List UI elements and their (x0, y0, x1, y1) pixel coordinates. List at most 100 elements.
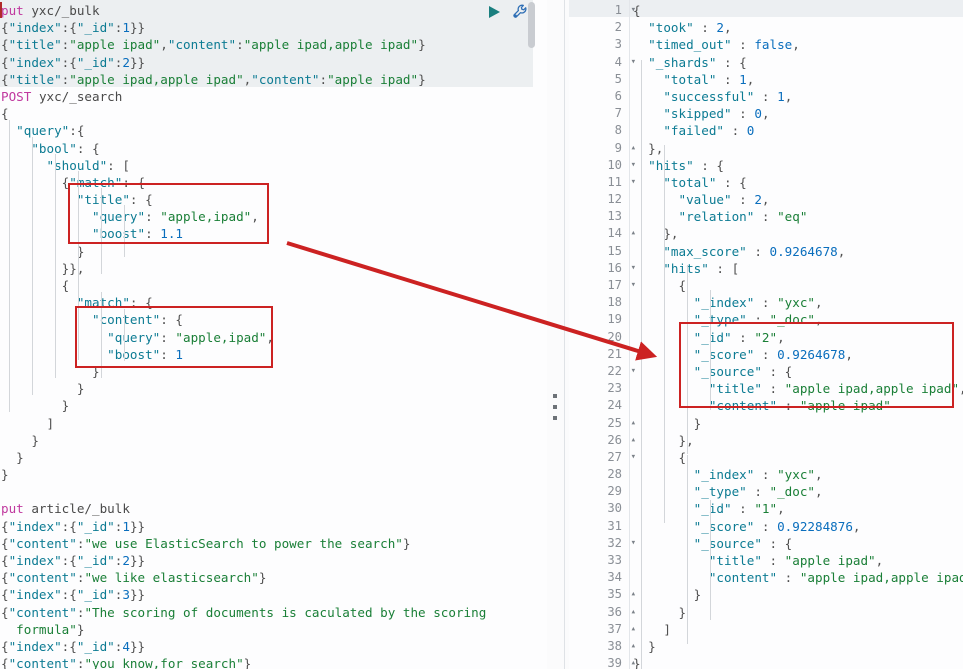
line-number[interactable]: 6 (569, 88, 625, 105)
line-number[interactable]: 19 (569, 311, 625, 328)
line-number[interactable]: 2 (569, 19, 625, 36)
line-number[interactable]: 28 (569, 466, 625, 483)
line-number[interactable]: 35 ▴ (569, 586, 636, 603)
code-token: article/_bulk (31, 501, 130, 517)
line-number[interactable]: 22 ▾ (569, 363, 636, 380)
code-token: }}, (1, 260, 85, 276)
code-token: } (258, 570, 267, 586)
line-number[interactable]: 23 (569, 380, 625, 397)
code-token: : { (160, 312, 183, 328)
line-number[interactable]: 7 (569, 105, 625, 122)
code-token: "_id" (76, 553, 115, 568)
code-token: { (1, 535, 9, 551)
code-token: "max_score" (663, 243, 747, 259)
code-token: : { (716, 54, 747, 70)
code-line: } (633, 415, 963, 432)
code-token: } (633, 587, 702, 603)
line-number[interactable]: 31 (569, 518, 625, 535)
line-number[interactable]: 26 ▴ (569, 432, 636, 449)
response-viewer-pane[interactable]: 1 ▾ 2 3 4 ▾ 5 6 7 8 9 ▴ 10 ▾ 11 ▾ 12 13 14 ▴ 15 16 ▾ 17 ▾ 18 19 20 2… (569, 0, 963, 669)
indent-guide (124, 205, 125, 257)
code-token: "title" (708, 381, 762, 397)
code-token: "content" (708, 570, 778, 586)
line-number[interactable]: 25 ▴ (569, 415, 636, 432)
code-line: "value" : 2, (633, 191, 963, 208)
line-number[interactable]: 5 (569, 71, 625, 88)
code-token: "query" (92, 209, 146, 225)
code-token: } (1, 467, 9, 483)
code-token: "apple,ipad" (160, 209, 252, 225)
code-line: "title" : "apple ipad", (633, 552, 963, 569)
line-number[interactable]: 14 ▴ (569, 225, 636, 242)
code-token: "apple ipad,apple ipad" (69, 71, 244, 87)
line-number[interactable]: 13 (569, 208, 625, 225)
line-number[interactable]: 1 ▾ (569, 2, 636, 19)
code-line: } (633, 655, 963, 669)
line-number[interactable]: 36 ▴ (569, 604, 636, 621)
code-token: "you know,for search" (84, 656, 244, 669)
play-icon[interactable] (486, 4, 502, 20)
code-line: "content": { (1, 311, 540, 328)
line-number[interactable]: 8 (569, 122, 625, 139)
line-number[interactable]: 16 ▾ (569, 260, 636, 277)
splitter-divider-line (564, 0, 565, 669)
code-token: "apple ipad" (69, 37, 161, 53)
line-number[interactable]: 4 ▾ (569, 54, 636, 71)
code-token: { (1, 278, 70, 293)
code-token: : (761, 553, 785, 568)
code-token: :{ (69, 123, 85, 139)
line-number[interactable]: 11 ▾ (569, 174, 636, 191)
code-line: ] (633, 621, 963, 638)
code-line: {"index":{"_id":4}} (1, 638, 540, 655)
line-number[interactable]: 10 ▾ (569, 157, 636, 174)
line-number[interactable]: 21 (569, 346, 625, 363)
code-line: "successful" : 1, (633, 88, 963, 105)
line-number[interactable]: 20 (569, 329, 625, 346)
request-editor-pane[interactable]: put yxc/_bulk {"index":{"_id":1}} {"title"… (0, 0, 547, 669)
line-number[interactable]: 37 ▴ (569, 621, 636, 638)
line-number[interactable]: 32 ▾ (569, 535, 636, 552)
line-number[interactable]: 29 (569, 483, 625, 500)
line-number[interactable]: 17 ▾ (569, 277, 636, 294)
line-number[interactable]: 12 (569, 191, 625, 208)
line-number[interactable]: 30 (569, 500, 625, 517)
code-line: "content" : "apple ipad,apple ipad" (633, 569, 963, 586)
code-token: : (754, 88, 778, 104)
line-number[interactable]: 3 (569, 36, 625, 53)
request-scrollbar-track[interactable] (528, 0, 541, 669)
code-token: "content" (8, 604, 77, 620)
indent-guide (664, 145, 665, 524)
splitter-drag-handle[interactable] (553, 394, 559, 430)
line-number[interactable]: 9 ▴ (569, 140, 636, 157)
line-number[interactable]: 39 ▴ (569, 655, 636, 669)
pane-splitter[interactable] (547, 0, 569, 669)
line-number[interactable]: 34 (569, 569, 625, 586)
code-token: : (731, 37, 755, 53)
indent-guide (101, 292, 102, 378)
code-line: formula"} (1, 621, 540, 638)
request-scrollbar-thumb[interactable] (528, 2, 535, 48)
request-editor-content[interactable]: put yxc/_bulk {"index":{"_id":1}} {"title"… (0, 2, 540, 669)
line-number[interactable]: 15 (569, 243, 625, 260)
code-line: "bool": { (1, 140, 540, 157)
code-token: "we like elasticsearch" (84, 570, 259, 586)
code-token: 2 (122, 54, 130, 70)
code-token: "content" (8, 656, 77, 669)
line-number[interactable]: 24 (569, 397, 625, 414)
line-number[interactable]: 27 ▾ (569, 449, 636, 466)
line-number[interactable]: 33 (569, 552, 625, 569)
code-token: } (1, 243, 85, 259)
indent-guide (124, 309, 125, 361)
line-number[interactable]: 38 ▴ (569, 638, 636, 655)
response-line-number-gutter[interactable]: 1 ▾ 2 3 4 ▾ 5 6 7 8 9 ▴ 10 ▾ 11 ▾ 12 13 14 ▴ 15 16 ▾ 17 ▾ 18 19 20 2… (569, 2, 636, 669)
line-number[interactable]: 18 (569, 294, 625, 311)
code-token: 4 (122, 638, 130, 654)
code-line: "title" : "apple ipad,apple ipad", (633, 380, 963, 397)
code-line: "timed_out" : false, (633, 36, 963, 53)
code-line: POST yxc/_search (1, 88, 540, 105)
code-line: "failed" : 0 (633, 122, 963, 139)
